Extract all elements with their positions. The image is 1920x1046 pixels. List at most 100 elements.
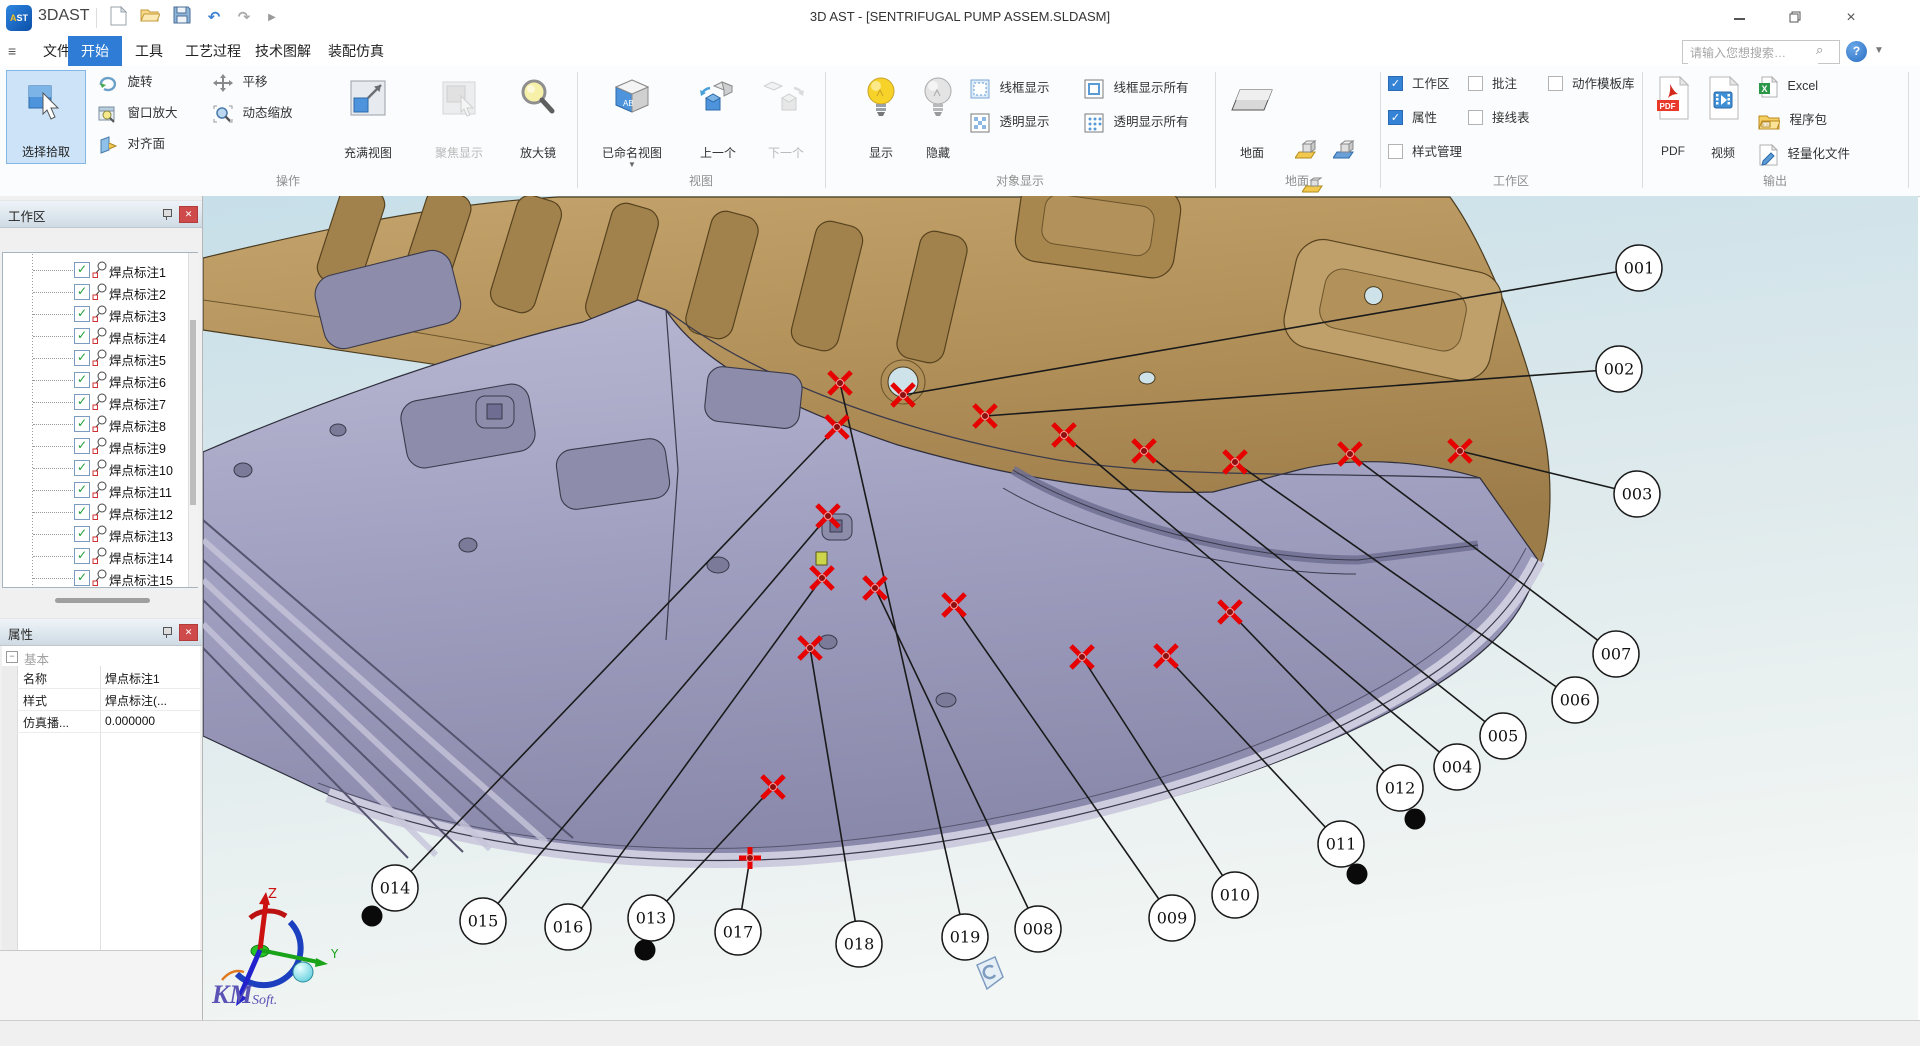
balloon-016[interactable]: 016 [545,904,591,950]
visibility-checkbox[interactable]: ✓ [74,526,90,542]
balloon-007[interactable]: 007 [1593,631,1639,677]
quick-access-more-icon[interactable]: ▶ [258,6,286,30]
pan-button[interactable]: 平移 [213,70,268,94]
close-button[interactable]: × [1828,0,1874,36]
balloon-006[interactable]: 006 [1552,677,1598,723]
minimize-button[interactable] [1716,0,1762,36]
transparent-all-button[interactable]: 透明显示所有 [1084,110,1189,134]
hamburger-menu-icon[interactable]: ≡ [8,43,16,59]
annotation-checkbox[interactable] [1468,76,1483,91]
help-caret-icon[interactable]: ▼ [1874,45,1884,56]
named-views-button[interactable]: AB 已命名视图 ▼ [595,70,669,166]
tree-connector [33,468,73,469]
visibility-checkbox[interactable]: ✓ [74,460,90,476]
balloon-018[interactable]: 018 [836,921,882,967]
show-bulb-icon [864,76,898,118]
balloon-001[interactable]: 001 [1616,245,1662,291]
open-file-icon[interactable] [136,6,164,30]
balloon-005[interactable]: 005 [1480,713,1526,759]
panel-splitter-grip[interactable] [55,598,150,603]
hide-button[interactable]: 隐藏 [901,70,975,166]
properties-checkbox[interactable]: ✓ [1388,110,1403,125]
visibility-checkbox[interactable]: ✓ [74,306,90,322]
viewport-3d[interactable]: 001 002 003 004005 006007 008 009 010 011 012 013 0… [203,196,1920,1020]
properties-group-row[interactable]: − 基本 [2,646,200,666]
undo-icon[interactable]: ↶ [200,6,228,30]
ground-style-3-button[interactable] [1302,172,1326,199]
ground-style-2-button[interactable] [1333,138,1357,165]
window-zoom-button[interactable]: 窗口放大 [98,101,178,125]
save-file-icon[interactable] [168,6,196,30]
balloon-010[interactable]: 010 [1212,872,1258,918]
ground-button[interactable]: 地面 [1222,70,1282,166]
properties-panel-close-icon[interactable]: ✕ [179,624,198,641]
wiring-table-checkbox[interactable] [1468,110,1483,125]
balloon-012[interactable]: 012 [1377,765,1423,811]
balloon-015[interactable]: 015 [460,898,506,944]
rotate-button[interactable]: 旋转 [98,70,153,94]
visibility-checkbox[interactable]: ✓ [74,372,90,388]
visibility-checkbox[interactable]: ✓ [74,416,90,432]
workspace-panel-close-icon[interactable]: ✕ [179,206,198,223]
pin-icon[interactable] [160,207,174,221]
visibility-checkbox[interactable]: ✓ [74,350,90,366]
tree-connector [33,336,73,337]
style-manage-checkbox[interactable] [1388,144,1403,159]
balloon-004[interactable]: 004 [1434,744,1480,790]
balloon-008[interactable]: 008 [1015,906,1061,952]
property-row-2[interactable]: 样式焊点标注(... [17,688,200,711]
balloon-label: 001 [1624,259,1655,278]
named-views-dropdown-icon[interactable]: ▼ [628,160,636,169]
visibility-checkbox[interactable]: ✓ [74,262,90,278]
search-icon[interactable]: ⌕ [1816,42,1823,58]
export-lightweight-button[interactable]: 轻量化文件 [1758,142,1850,166]
property-row-1[interactable]: 名称焊点标注1 [17,666,200,689]
menu-tab-3[interactable]: 工具 [122,36,176,66]
export-excel-button[interactable]: X Excel [1758,74,1818,98]
balloon-013[interactable]: 013 [628,895,674,941]
dynamic-zoom-button[interactable]: 动态缩放 [213,101,293,125]
new-document-icon[interactable] [104,6,132,30]
align-face-button[interactable]: 对齐面 [98,132,165,156]
balloon-002[interactable]: 002 [1596,346,1642,392]
tree-scrollbar-thumb[interactable] [190,320,196,505]
transparent-display-button[interactable]: 透明显示 [970,110,1050,134]
visibility-checkbox[interactable]: ✓ [74,328,90,344]
balloon-003[interactable]: 003 [1614,471,1660,517]
visibility-checkbox[interactable]: ✓ [74,438,90,454]
menu-tab-5[interactable]: 技术图解 [242,36,324,66]
wireframe-display-button[interactable]: 线框显示 [970,76,1050,100]
export-package-button[interactable]: EXE 程序包 [1758,108,1827,132]
action-template-checkbox[interactable] [1548,76,1563,91]
select-pick-button[interactable]: 选择拾取 [6,70,86,164]
ground-style-1-button[interactable] [1295,138,1319,165]
weld-annotation-icon [91,283,107,301]
workspace-checkbox[interactable]: ✓ [1388,76,1403,91]
export-video-button[interactable]: 视频 [1700,70,1746,166]
search-input[interactable] [1688,42,1818,64]
balloon-label: 018 [844,935,875,954]
wireframe-all-button[interactable]: 线框显示所有 [1084,76,1189,100]
redo-icon[interactable]: ↷ [230,6,258,30]
property-row-3[interactable]: 仿真播...0.000000 [17,710,200,733]
visibility-checkbox[interactable]: ✓ [74,570,90,586]
visibility-checkbox[interactable]: ✓ [74,394,90,410]
visibility-checkbox[interactable]: ✓ [74,548,90,564]
fit-view-button[interactable]: 充满视图 [331,70,405,166]
balloon-014[interactable]: 014 [372,865,418,911]
maximize-button[interactable] [1772,0,1818,36]
menu-tab-2[interactable]: 开始 [68,36,122,66]
help-button[interactable]: ? [1846,41,1867,62]
magnifier-button[interactable]: 放大镜 [501,70,575,166]
visibility-checkbox[interactable]: ✓ [74,482,90,498]
visibility-checkbox[interactable]: ✓ [74,284,90,300]
wireframe-all-icon [1084,79,1104,99]
balloon-017[interactable]: 017 [715,909,761,955]
collapse-icon[interactable]: − [6,651,18,663]
balloon-011[interactable]: 011 [1318,821,1364,867]
menu-tab-6[interactable]: 装配仿真 [315,36,397,66]
pin-icon[interactable] [160,625,174,639]
balloon-009[interactable]: 009 [1149,895,1195,941]
visibility-checkbox[interactable]: ✓ [74,504,90,520]
balloon-019[interactable]: 019 [942,914,988,960]
